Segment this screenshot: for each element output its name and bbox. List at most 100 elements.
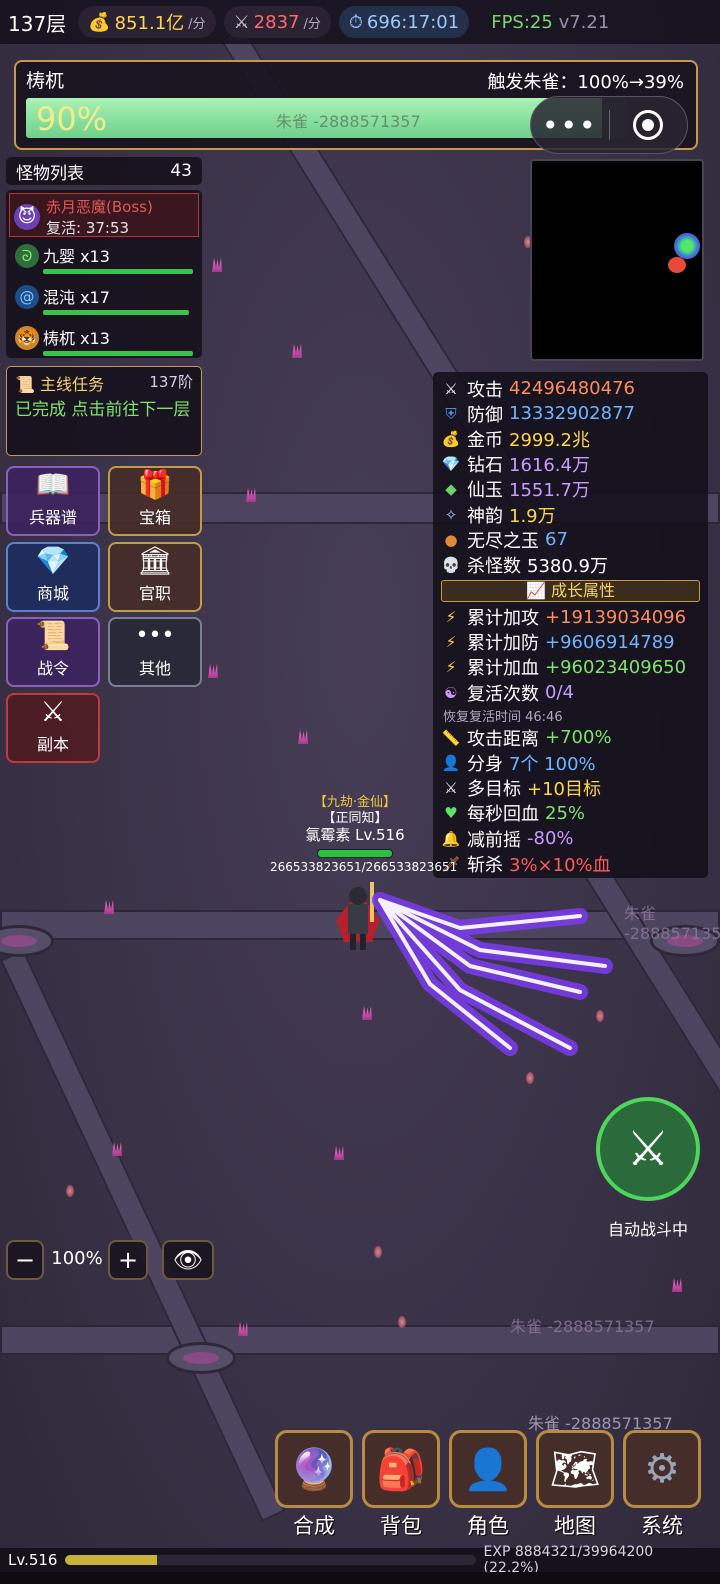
shield-icon: ⛨ (445, 404, 457, 423)
stat-label: 钻石 (467, 455, 503, 477)
shop-button[interactable]: 💎 商城 (6, 542, 100, 612)
growth-row: ⚡ 累计加血 +96023409650 (441, 655, 700, 680)
dungeon-button[interactable]: ⚔ 副本 (6, 693, 100, 763)
stopwatch-icon: ⏱ (348, 11, 363, 33)
stat-row: ⚔ 攻击 42496480476 (441, 376, 700, 401)
growth-title: 成长属性 (551, 580, 616, 600)
stat-label: 每秒回血 (467, 804, 539, 826)
timer-value: 696:17:01 (366, 11, 460, 33)
person-icon: 👤 (441, 754, 461, 773)
gear-icon: ⚙ (623, 1430, 701, 1508)
zoom-in-button[interactable]: + (108, 1240, 148, 1280)
kill-rate-value: 2837 (253, 11, 300, 33)
stat-row: ♥ 每秒回血 25% (441, 801, 700, 826)
growth-attributes-header: 📈 成长属性 (441, 579, 700, 602)
stat-value: 5380.9万 (527, 555, 608, 577)
stat-row: 💀 杀怪数 5380.9万 (441, 552, 700, 577)
stat-row: ◆ 仙玉 1551.7万 (441, 477, 700, 502)
stat-value: +10目标 (527, 779, 601, 801)
stat-label: 攻击距离 (467, 728, 539, 750)
list-item[interactable]: ᘐ 九婴 x13 (9, 237, 199, 278)
gold-rate-unit: /分 (188, 16, 206, 32)
crossed-swords-icon: ⚔ (40, 695, 66, 728)
role-label: 角色 (467, 1514, 509, 1538)
stat-row: 💎 钻石 1616.4万 (441, 452, 700, 477)
list-item[interactable]: 🐯 梼杌 x13 (9, 319, 199, 360)
bell-icon: 🔔 (441, 829, 461, 848)
role-button[interactable]: 👤 角色 (449, 1430, 527, 1542)
stat-row: 🗡 斩杀 3%×10%血 (441, 851, 700, 876)
snake-icon: ᘐ (15, 244, 39, 268)
main-quest-panel[interactable]: 📜 主线任务 137阶 已完成 点击前往下一层 (6, 366, 202, 456)
growth-row: ⚡ 累计加攻 +19139034096 (441, 605, 700, 630)
floor-level: 137层 (8, 11, 67, 36)
sparkle-icon: ✧ (444, 505, 458, 524)
system-button[interactable]: ⚙ 系统 (623, 1430, 701, 1542)
stat-row: 🔔 减前摇 -80% (441, 826, 700, 851)
list-item[interactable]: @ 混沌 x17 (9, 278, 199, 319)
monster-hp-bar (43, 351, 193, 356)
stat-label: 累计加攻 (467, 608, 539, 630)
monster-name: 九婴 x13 (43, 247, 110, 266)
crystal-ball-icon: 🔮 (275, 1430, 353, 1508)
stat-value: 0/4 (545, 682, 574, 704)
map-button[interactable]: 🗺 地图 (536, 1430, 614, 1542)
floating-damage-text: 朱雀 -2888571357 (510, 1317, 655, 1336)
bag-button[interactable]: 🎒 背包 (362, 1430, 440, 1542)
monster-count: 43 (170, 161, 192, 181)
office-button[interactable]: 🏛 官职 (108, 542, 202, 612)
stat-row: 👤 分身 7个 100% (441, 750, 700, 775)
top-status-bar: 137层 💰 851.1亿 /分 ⚔ 2837 /分 ⏱ 696:17:01 F… (0, 0, 720, 44)
attack-beams (372, 892, 613, 1056)
stat-row: ⛨ 防御 13332902877 (441, 401, 700, 426)
weapons-button[interactable]: 📖 兵器谱 (6, 466, 100, 536)
monster-name: 梼杌 x13 (43, 329, 110, 348)
other-button[interactable]: ••• 其他 (108, 617, 202, 687)
monster-list-header[interactable]: 怪物列表 43 (6, 157, 202, 185)
fps-indicator: FPS:25 v7.21 (491, 12, 609, 33)
monster-list: 😈 赤月恶魔(Boss) 复活: 37:53 ᘐ 九婴 x13 @ 混沌 x17… (6, 190, 202, 358)
toggle-view-button[interactable]: 👁 (162, 1240, 214, 1280)
backpack-icon: 🎒 (362, 1430, 440, 1508)
moneybag-icon: 💰 (88, 11, 111, 33)
zoom-minus-label: − (14, 1246, 36, 1274)
boss-row[interactable]: 😈 赤月恶魔(Boss) 复活: 37:53 (9, 193, 199, 237)
stat-label: 金币 (467, 429, 503, 451)
system-label: 系统 (641, 1514, 683, 1538)
yinyang-icon: ☯ (444, 683, 458, 702)
revive-row: ☯ 复活次数 0/4 (441, 680, 700, 705)
stat-value: +700% (545, 727, 612, 749)
hero-hp-bar (317, 849, 393, 858)
stat-value: 25% (545, 802, 586, 824)
bank-icon: 🏛 (137, 544, 173, 577)
exp-progress-fill (65, 1555, 157, 1565)
minimap[interactable] (530, 159, 704, 361)
stat-value: +9606914789 (545, 631, 675, 653)
ruler-icon: 📏 (441, 728, 461, 747)
stat-label: 攻击 (467, 379, 503, 401)
target-icon (633, 110, 664, 140)
zoom-out-button[interactable]: − (6, 1240, 44, 1280)
stat-label: 防御 (467, 404, 503, 426)
stat-row: ⚔ 多目标 +10目标 (441, 776, 700, 801)
chest-button[interactable]: 🎁 宝箱 (108, 466, 202, 536)
battlepass-button[interactable]: 📜 战令 (6, 617, 100, 687)
close-miniprogram-button[interactable] (610, 110, 688, 140)
more-menu-button[interactable]: ••• (531, 109, 609, 142)
monster-hp-bar (43, 269, 193, 274)
compose-button[interactable]: 🔮 合成 (275, 1430, 353, 1542)
jade-icon: ◆ (445, 480, 457, 499)
version-label: v7.21 (558, 11, 610, 33)
compose-label: 合成 (293, 1514, 335, 1538)
quest-title: 主线任务 (40, 375, 105, 394)
monster-name: 混沌 x17 (43, 288, 110, 307)
hero-title-office: 【正同知】 (322, 811, 388, 826)
stat-label: 累计加血 (467, 658, 539, 680)
hero-title-rank: 【九劫·金仙】 (313, 795, 397, 810)
boss-row-name: 赤月恶魔(Boss) (46, 198, 153, 216)
quest-level: 137阶 (149, 373, 193, 391)
zoom-plus-label: + (117, 1246, 139, 1274)
skull-icon: 💀 (441, 555, 461, 574)
auto-battle-button[interactable]: ⚔ (596, 1097, 700, 1201)
stat-label: 减前摇 (467, 829, 521, 851)
